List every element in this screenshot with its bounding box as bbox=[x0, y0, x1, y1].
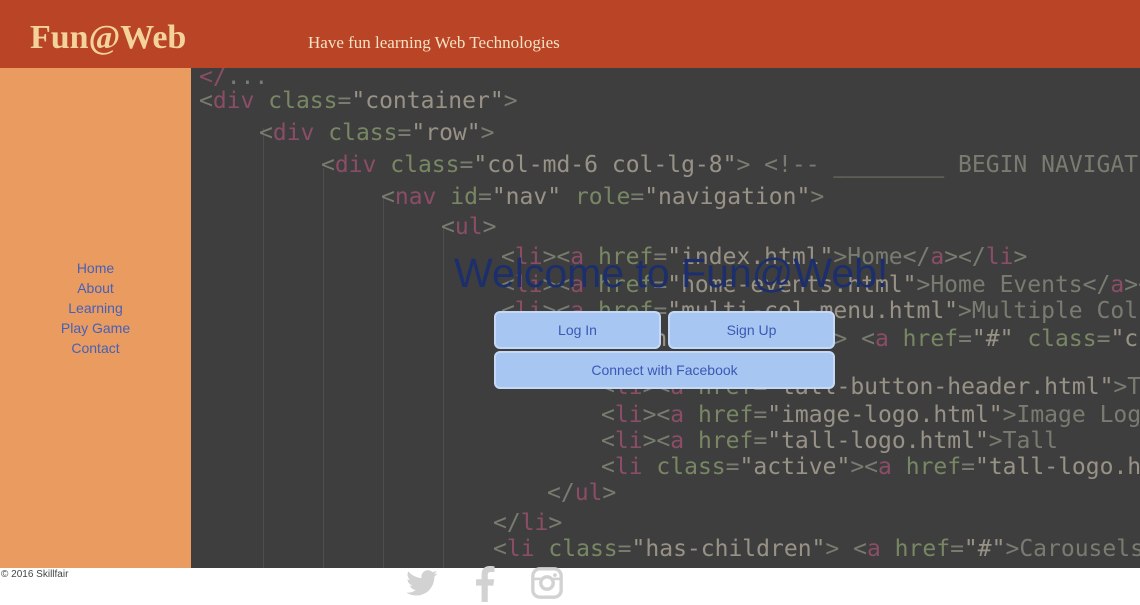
nav-item-about[interactable]: About bbox=[0, 278, 191, 298]
site-header: Fun@Web Have fun learning Web Technologi… bbox=[0, 0, 1140, 68]
instagram-icon[interactable] bbox=[530, 566, 564, 600]
nav-item-contact[interactable]: Contact bbox=[0, 338, 191, 358]
copyright-text: © 2016 Skillfair bbox=[1, 569, 69, 580]
code-background-image: </... <div class="container"> <div class… bbox=[191, 68, 1140, 568]
site-logo[interactable]: Fun@Web bbox=[30, 18, 186, 58]
hero-section: </... <div class="container"> <div class… bbox=[191, 68, 1140, 568]
nav-item-learning[interactable]: Learning bbox=[0, 298, 191, 318]
site-tagline: Have fun learning Web Technologies bbox=[308, 33, 560, 52]
nav-item-play-game[interactable]: Play Game bbox=[0, 318, 191, 338]
login-button[interactable]: Log In bbox=[494, 311, 661, 349]
nav-item-home[interactable]: Home bbox=[0, 258, 191, 278]
welcome-heading: Welcome to Fun@Web! bbox=[454, 250, 889, 296]
facebook-icon[interactable] bbox=[472, 566, 496, 602]
signup-button[interactable]: Sign Up bbox=[668, 311, 835, 349]
sidebar-nav: Home About Learning Play Game Contact bbox=[0, 258, 191, 358]
facebook-connect-button[interactable]: Connect with Facebook bbox=[494, 351, 835, 389]
twitter-icon[interactable] bbox=[404, 566, 440, 600]
sidebar: Home About Learning Play Game Contact bbox=[0, 68, 191, 568]
